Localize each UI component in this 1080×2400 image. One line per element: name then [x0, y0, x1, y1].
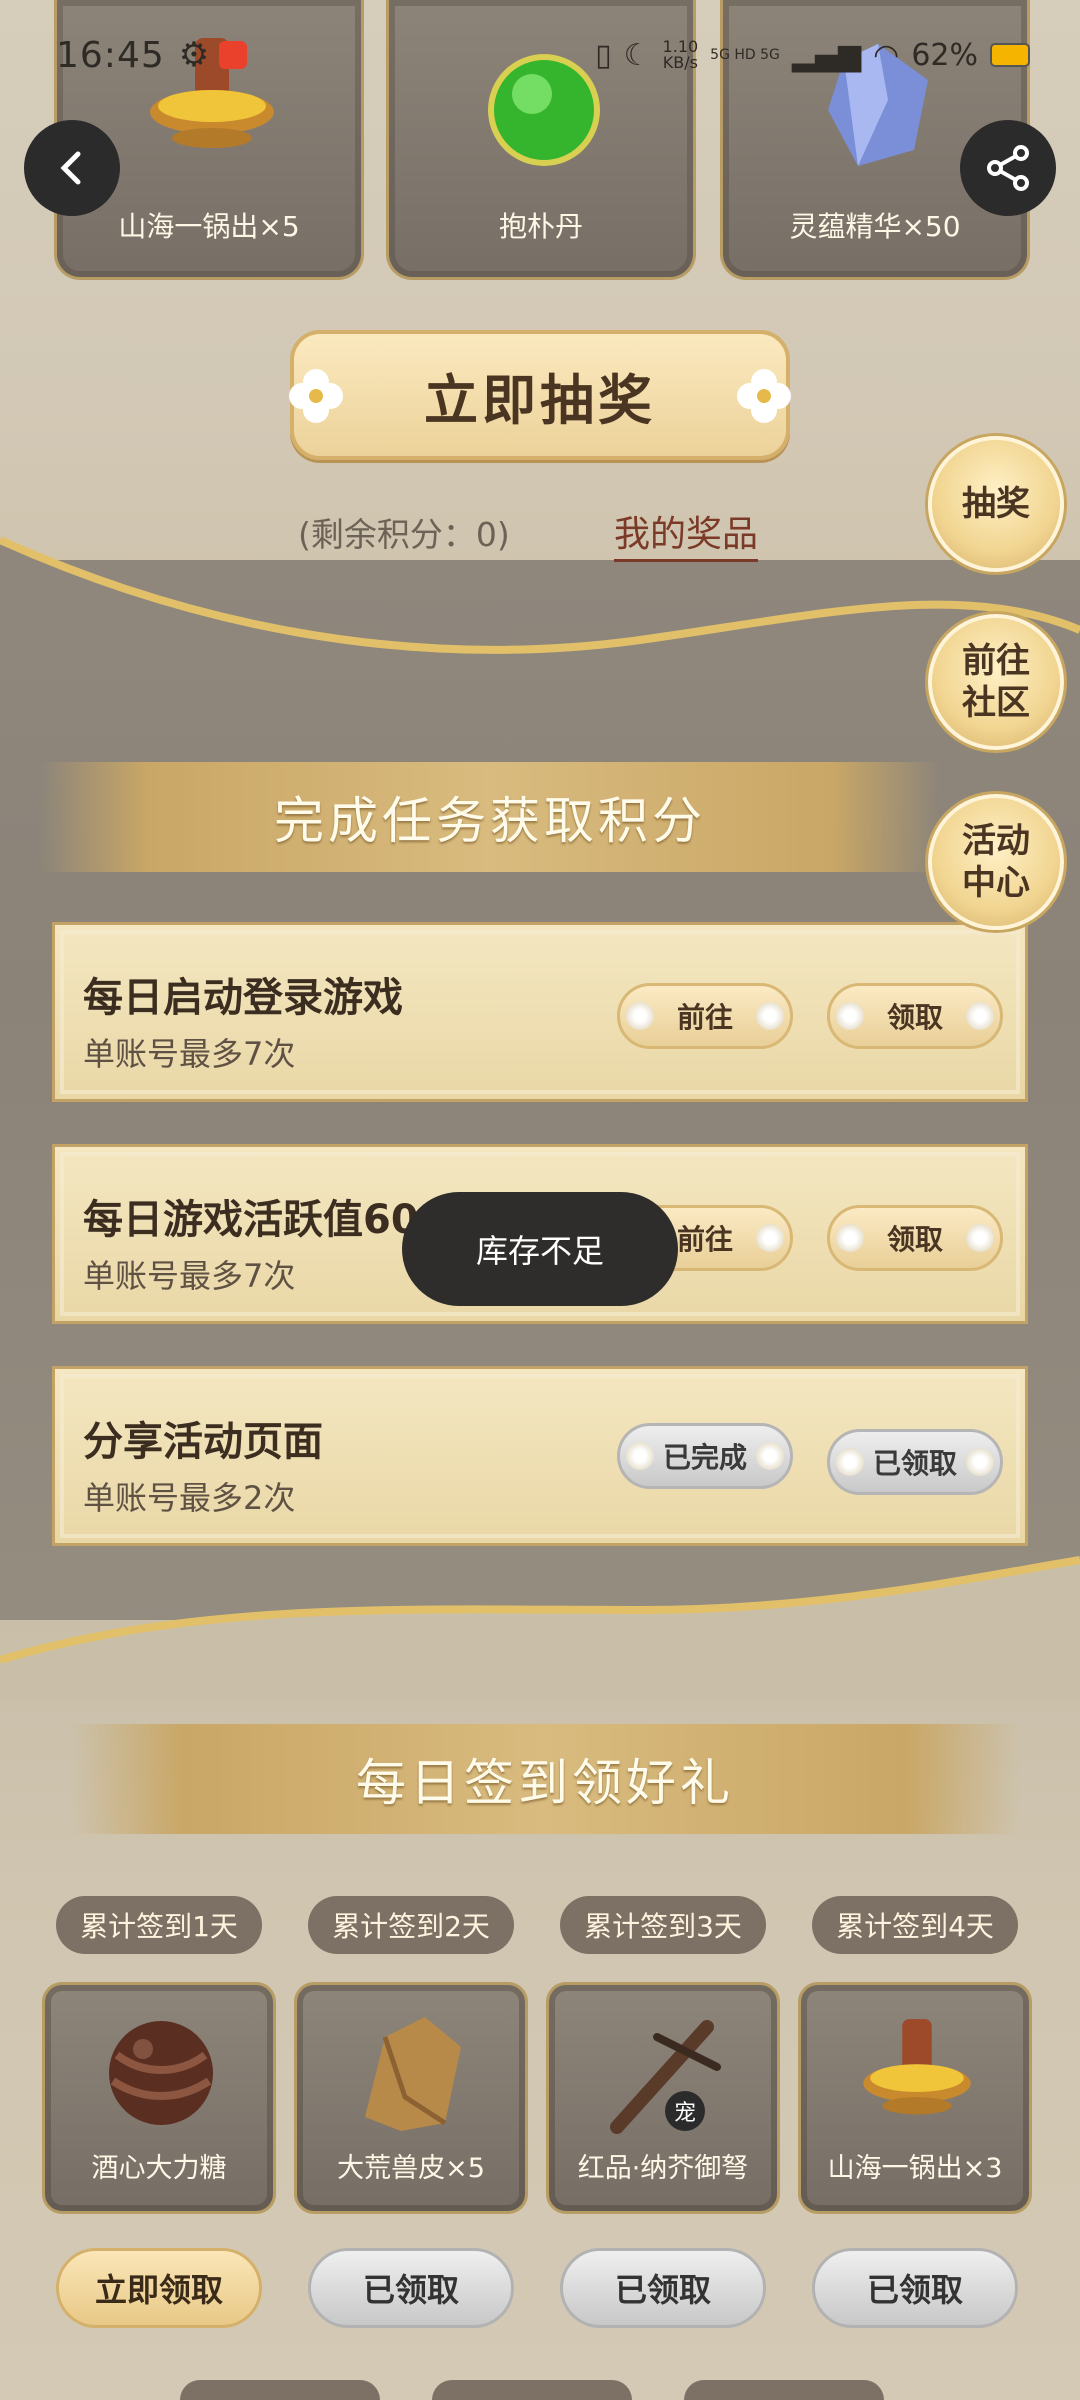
signal-icon: ▂▄▆: [791, 37, 862, 73]
flower-icon: [289, 369, 343, 423]
gear-icon: ⚙: [178, 35, 210, 75]
day-tag: 累计签到2天: [308, 1896, 514, 1954]
completed-badge: 已完成: [617, 1423, 793, 1489]
claim-button[interactable]: 领取: [827, 1205, 1003, 1271]
signin-reward-card[interactable]: 酒心大力糖: [42, 1982, 276, 2214]
network-labels: 5G HD 5G: [710, 47, 780, 63]
crossbow-icon: [610, 2020, 721, 2134]
day-tag: 累计签到4天: [812, 1896, 1018, 1954]
back-button[interactable]: [24, 120, 120, 216]
clock: 16:45: [56, 34, 165, 76]
battery-level: 62%: [911, 37, 978, 73]
battery-icon: [990, 43, 1030, 67]
task-section-banner: 完成任务获取积分: [40, 762, 940, 872]
day-tag-partial: [432, 2380, 632, 2400]
side-draw-button[interactable]: 抽奖: [928, 436, 1064, 572]
go-button[interactable]: 前往: [617, 983, 793, 1049]
toast-message: 库存不足: [402, 1192, 678, 1306]
gold-wave-divider: [0, 536, 1080, 680]
remaining-points: (剩余积分：0): [298, 515, 510, 554]
claimed-badge: 已领取: [560, 2248, 766, 2328]
claimed-badge: 已领取: [812, 2248, 1018, 2328]
claim-button[interactable]: 领取: [827, 983, 1003, 1049]
signin-reward-card[interactable]: 宠 红品·纳芥御弩: [546, 1982, 780, 2214]
claim-now-button[interactable]: 立即领取: [56, 2248, 262, 2328]
claimed-badge: 已领取: [827, 1429, 1003, 1495]
status-bar: 16:45 ⚙ ▯ ☾ 1.10 KB/s 5G HD 5G ▂▄▆ ◠ 62%: [0, 0, 1080, 110]
share-icon: [987, 145, 1029, 191]
signin-reward-card[interactable]: 山海一锅出×3: [798, 1982, 1032, 2214]
my-prizes-link[interactable]: 我的奖品: [614, 505, 759, 562]
day-tag-partial: [684, 2380, 884, 2400]
pet-badge: 宠: [665, 2091, 705, 2131]
task-card: 分享活动页面 单账号最多2次 已完成 已领取: [52, 1366, 1028, 1546]
side-community-button[interactable]: 前往 社区: [928, 614, 1064, 750]
task-card: 每日启动登录游戏 单账号最多7次 前往 领取: [52, 922, 1028, 1102]
vibrate-icon: ▯: [595, 37, 612, 73]
moon-icon: ☾: [623, 37, 651, 73]
claimed-badge: 已领取: [308, 2248, 514, 2328]
hotpot-icon: [863, 2019, 971, 2115]
share-button[interactable]: [960, 120, 1056, 216]
beast-hide-icon: [365, 2017, 461, 2131]
chocolate-ball-icon: [109, 2021, 213, 2125]
day-tag: 累计签到1天: [56, 1896, 262, 1954]
weibo-icon: [219, 41, 248, 69]
gold-wave-divider-2: [0, 1556, 1080, 1700]
signin-reward-card[interactable]: 大荒兽皮×5: [294, 1982, 528, 2214]
wifi-icon: ◠: [873, 37, 900, 73]
chevron-left-icon: [60, 151, 81, 185]
signin-section-banner: 每日签到领好礼: [70, 1724, 1020, 1834]
day-tag: 累计签到3天: [560, 1896, 766, 1954]
flower-icon: [737, 369, 791, 423]
draw-button[interactable]: 立即抽奖: [289, 330, 791, 460]
side-activity-button[interactable]: 活动 中心: [928, 794, 1064, 930]
day-tag-partial: [180, 2380, 380, 2400]
